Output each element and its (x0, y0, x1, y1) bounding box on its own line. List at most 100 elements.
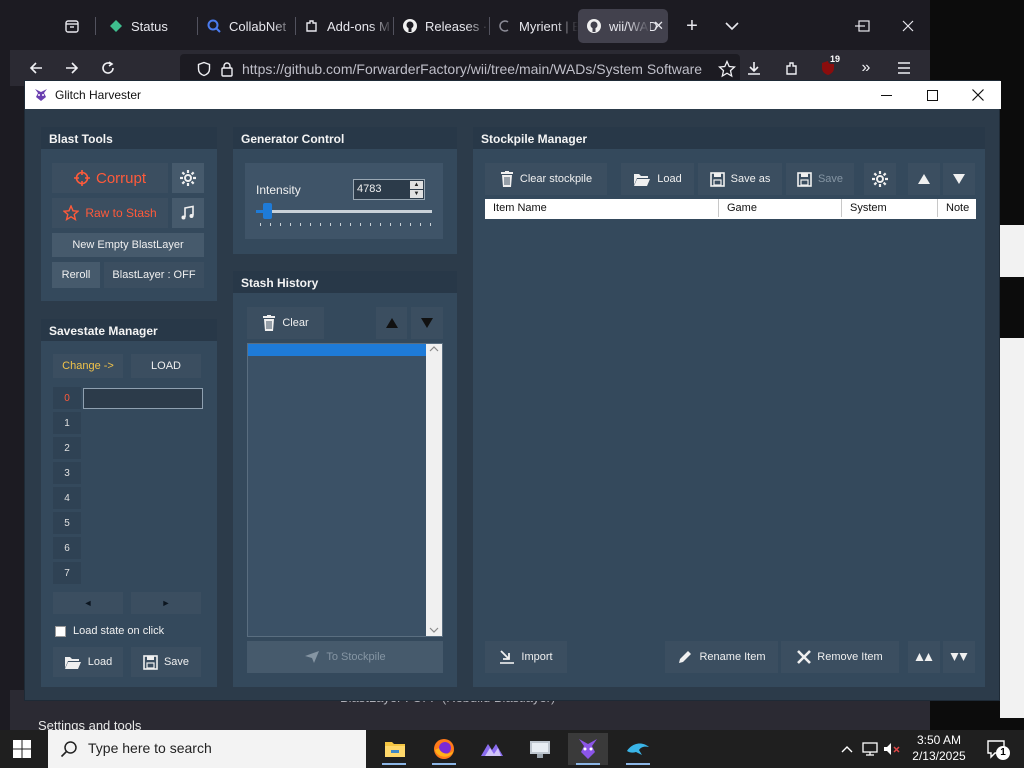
corrupt-button[interactable]: Corrupt (52, 163, 168, 193)
blastlayer-toggle-button[interactable]: BlastLayer : OFF (104, 262, 204, 288)
column-header-note[interactable]: Note (938, 199, 976, 217)
column-header-item-name[interactable]: Item Name (485, 199, 719, 217)
savestate-slot-5[interactable]: 5 (53, 512, 81, 534)
maximize-browser-icon[interactable] (850, 12, 878, 40)
taskbar-glitch-harvester[interactable] (568, 733, 608, 765)
column-header-game[interactable]: Game (719, 199, 842, 217)
savestate-slot-0[interactable]: 0 (53, 387, 81, 409)
list-tabs-icon[interactable] (720, 14, 744, 38)
remove-item-button[interactable]: Remove Item (781, 641, 899, 673)
volume-muted-icon[interactable] (882, 740, 902, 758)
window-title-bar[interactable]: Glitch Harvester (25, 81, 1001, 109)
import-icon (499, 649, 515, 665)
raw-to-stash-button[interactable]: Raw to Stash (52, 198, 168, 228)
column-header-system[interactable]: System (842, 199, 938, 217)
lock-icon[interactable] (220, 61, 234, 77)
windows-start-icon[interactable] (10, 738, 34, 760)
load-savestate-button[interactable]: LOAD (131, 354, 201, 378)
stockpile-move-up-button[interactable] (908, 163, 940, 195)
close-icon[interactable] (955, 81, 1001, 109)
import-button[interactable]: Import (485, 641, 567, 673)
move-to-top-button[interactable] (908, 641, 940, 673)
taskbar-dolphin[interactable] (618, 733, 658, 765)
tab-status[interactable]: Status (100, 9, 198, 43)
reload-icon[interactable] (94, 54, 122, 82)
save-as-stockpile-button[interactable]: Save as (698, 163, 782, 195)
tab-wii-wad[interactable]: wii/WAD ✕ (578, 9, 668, 43)
taskbar-firefox[interactable] (424, 733, 464, 765)
stockpile-move-down-button[interactable] (943, 163, 975, 195)
savestate-slot-6[interactable]: 6 (53, 537, 81, 559)
savestate-name-input[interactable] (83, 388, 203, 409)
clear-stash-button[interactable]: Clear (247, 307, 324, 339)
stash-scrollbar[interactable] (426, 344, 442, 636)
corruption-settings-button[interactable] (172, 163, 204, 193)
savestate-slot-3[interactable]: 3 (53, 462, 81, 484)
spin-up-icon[interactable]: ▲ (410, 181, 423, 189)
save-stockpile-button[interactable]: Save (786, 163, 854, 195)
save-state-button[interactable]: Save (131, 647, 201, 677)
previous-page-button[interactable]: ◄ (53, 592, 123, 614)
prev-arrow-icon: ◄ (83, 598, 93, 608)
load-stockpile-button[interactable]: Load (621, 163, 694, 195)
notification-count-badge: 1 (996, 746, 1010, 760)
clear-stockpile-button[interactable]: Clear stockpile (485, 163, 607, 195)
overflow-chevron-icon[interactable]: » (852, 54, 880, 82)
shield-icon[interactable] (196, 61, 212, 77)
trash-icon (262, 314, 276, 332)
savestate-slot-1[interactable]: 1 (53, 412, 81, 434)
scroll-up-icon[interactable] (429, 346, 439, 352)
extensions-icon[interactable] (778, 54, 806, 82)
savestate-slot-7[interactable]: 7 (53, 562, 81, 584)
stash-item-label (248, 347, 252, 357)
savestate-slot-2[interactable]: 2 (53, 437, 81, 459)
back-icon[interactable] (22, 54, 50, 82)
tab-addons[interactable]: Add-ons M (296, 9, 394, 43)
rename-item-button[interactable]: Rename Item (665, 641, 778, 673)
taskbar-clock[interactable]: 3:50 AM 2/13/2025 (900, 732, 978, 764)
new-empty-blastlayer-button[interactable]: New Empty BlastLayer (52, 233, 204, 257)
tab-collabnet[interactable]: CollabNet (198, 9, 296, 43)
stash-move-down-button[interactable] (411, 307, 443, 339)
stockpile-table-body[interactable] (485, 219, 976, 637)
close-tab-icon[interactable]: ✕ (653, 18, 664, 34)
savestate-slot-4[interactable]: 4 (53, 487, 81, 509)
status-icon (108, 18, 124, 34)
next-page-button[interactable]: ► (131, 592, 201, 614)
taskbar-app-monitor[interactable] (520, 733, 560, 765)
x-mark-icon (797, 650, 812, 664)
network-icon[interactable] (860, 740, 880, 758)
taskbar-file-explorer[interactable] (374, 733, 414, 765)
to-stockpile-button[interactable]: To Stockpile (247, 641, 443, 673)
stash-history-item[interactable] (248, 344, 426, 356)
close-browser-icon[interactable] (894, 12, 922, 40)
taskbar-app-mountains[interactable] (472, 733, 512, 765)
bookmark-star-icon[interactable] (718, 60, 736, 78)
new-tab-icon[interactable]: + (680, 14, 704, 38)
tab-overview[interactable] (56, 9, 96, 43)
stash-move-up-button[interactable] (376, 307, 407, 339)
tab-myrient[interactable]: Myrient | E (490, 9, 578, 43)
change-savestate-button[interactable]: Change -> (53, 354, 123, 378)
intensity-slider-track[interactable] (256, 210, 432, 213)
move-to-bottom-button[interactable] (943, 641, 975, 673)
intensity-slider-thumb[interactable] (263, 203, 272, 219)
scroll-down-icon[interactable] (429, 627, 439, 633)
show-hidden-icons-chevron-icon[interactable] (838, 740, 856, 758)
taskbar-search-box[interactable]: Type here to search (48, 730, 366, 768)
download-icon[interactable] (740, 54, 768, 82)
stockpile-settings-button[interactable] (864, 163, 896, 195)
forward-icon[interactable] (58, 54, 86, 82)
maximize-icon[interactable] (909, 81, 955, 109)
minimize-icon[interactable] (863, 81, 909, 109)
slider-tick (350, 223, 351, 226)
load-state-button[interactable]: Load (53, 647, 123, 677)
load-on-click-checkbox[interactable] (55, 626, 66, 637)
intensity-input[interactable]: 4783 ▲ ▼ (353, 179, 425, 200)
stash-history-list[interactable] (247, 343, 443, 637)
reroll-button[interactable]: Reroll (52, 262, 100, 288)
audio-button[interactable] (172, 198, 204, 228)
tab-releases[interactable]: Releases · (394, 9, 490, 43)
spin-down-icon[interactable]: ▼ (410, 190, 423, 198)
menu-icon[interactable] (890, 54, 918, 82)
